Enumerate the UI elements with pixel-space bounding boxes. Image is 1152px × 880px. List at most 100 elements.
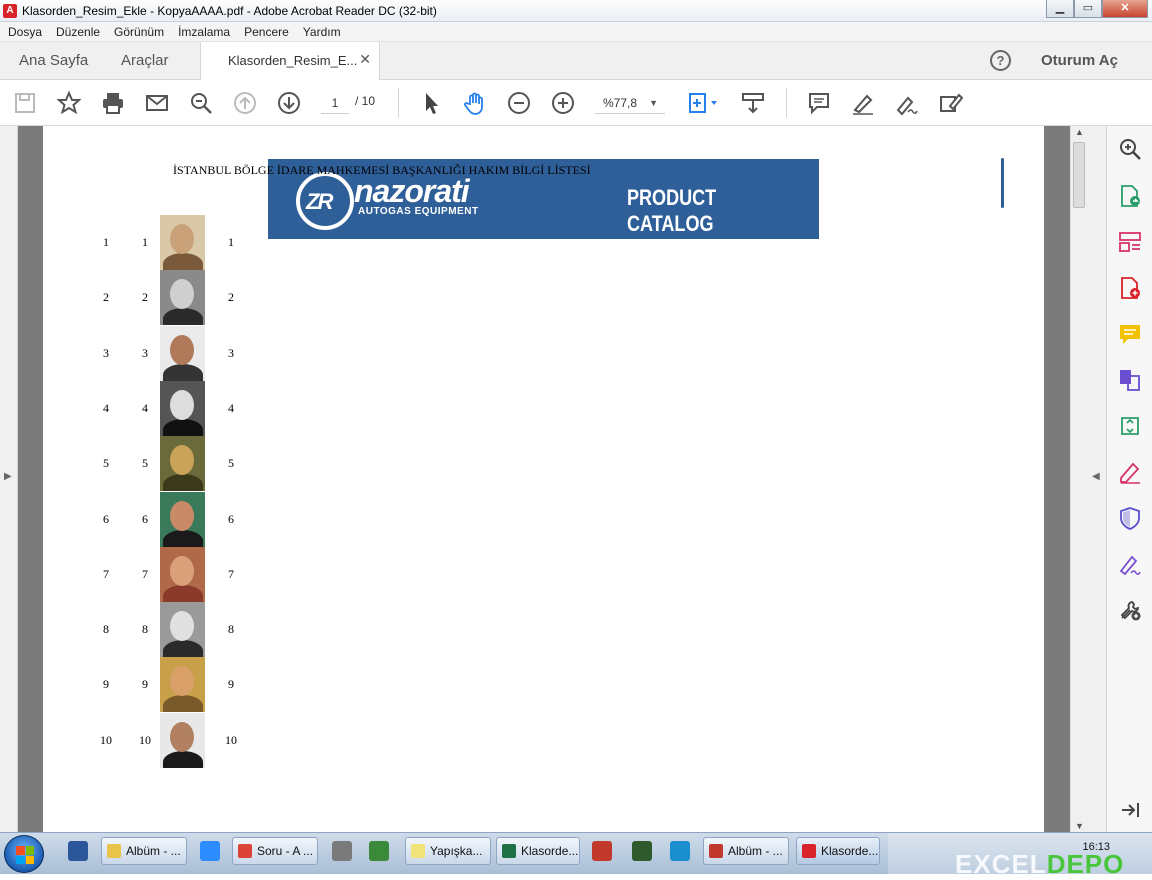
compress-pdf-icon[interactable] [1118,414,1142,438]
game-taskbar-icon[interactable] [592,841,612,861]
portrait-image [160,270,205,326]
select-cursor-icon[interactable] [418,90,444,116]
menu-sign[interactable]: İmzalama [178,25,230,39]
tab-document[interactable]: Klasorden_Resim_E... ✕ [200,42,380,80]
pen-taskbar-icon[interactable] [332,841,352,861]
page-number-input[interactable]: 1 [321,92,349,114]
tab-home[interactable]: Ana Sayfa [19,52,88,69]
bookmark-star-icon[interactable] [56,90,82,116]
zoom-level-select[interactable]: %77,8 ▼ [595,92,665,114]
edit-pdf-icon[interactable] [1118,460,1142,484]
tab-bar: Ana Sayfa Araçlar Klasorden_Resim_E... ✕… [0,42,1152,80]
more-tools-icon[interactable] [1118,598,1142,622]
comment-icon[interactable] [806,90,832,116]
menu-edit[interactable]: Düzenle [56,25,100,39]
save-icon[interactable] [12,90,38,116]
tab-close-icon[interactable]: ✕ [359,51,371,68]
row-number-a: 6 [103,511,109,526]
tab-tools[interactable]: Araçlar [121,52,169,69]
taskbar-item-chrome[interactable]: Soru - A ... [232,837,318,865]
logo-mark: ZR [306,189,333,214]
fit-page-icon[interactable] [686,90,722,116]
maximize-button[interactable]: ▭ [1074,0,1102,18]
list-item: 3 3 3 [43,325,283,381]
menu-window[interactable]: Pencere [244,25,289,39]
portrait-head [170,721,194,752]
portrait-image [160,491,205,547]
portrait-image [160,380,205,436]
collapse-pane-icon[interactable] [1118,798,1142,822]
app-taskbar-icon[interactable] [369,841,389,861]
zoom-in-icon[interactable] [550,90,576,116]
taskbar-item-acrobat[interactable]: Klasorde... [796,837,880,865]
fill-sign-icon[interactable] [938,90,964,116]
left-panel-toggle[interactable]: ▶ [0,126,18,832]
right-panel-toggle[interactable]: ◀ [1087,126,1106,832]
windows-taskbar: Albüm - ... Soru - A ... Yapışka... Klas… [0,832,1152,879]
export-pdf-icon[interactable] [1118,184,1142,208]
portrait-body [163,695,203,713]
scroll-up-icon[interactable]: ▲ [1075,127,1084,137]
organize-pages-icon[interactable] [1118,230,1142,254]
row-number-c: 7 [228,566,234,581]
taskbar-item-album[interactable]: Albüm - ... [101,837,187,865]
start-button[interactable] [4,835,44,873]
row-number-b: 10 [139,732,151,747]
window-title: Klasorden_Resim_Ekle - KopyaAAAA.pdf - A… [22,3,437,18]
zoom-search-icon[interactable] [188,90,214,116]
next-page-icon[interactable] [276,90,302,116]
row-number-a: 7 [103,566,109,581]
word-taskbar-icon[interactable] [68,841,88,861]
menu-view[interactable]: Görünüm [114,25,164,39]
highlight-pen-icon[interactable] [850,90,876,116]
menu-file[interactable]: Dosya [8,25,42,39]
draw-signature-icon[interactable] [894,90,920,116]
zoom-taskbar-icon[interactable] [200,841,220,861]
row-number-b: 7 [142,566,148,581]
help-icon[interactable]: ? [990,50,1011,71]
editor-taskbar-icon[interactable] [670,841,690,861]
print-icon[interactable] [100,90,126,116]
vertical-scrollbar[interactable]: ▲ ▼ [1070,126,1087,832]
taskbar-item-label: Klasorde... [521,844,579,858]
scroll-down-icon[interactable]: ▼ [1075,821,1084,831]
search-zoom-icon[interactable] [1118,137,1142,161]
page-edge-mark [1001,158,1004,208]
sticky-notes-icon [411,844,425,858]
windows-logo-icon [16,846,34,864]
email-icon[interactable] [144,90,170,116]
previous-page-icon[interactable] [232,90,258,116]
signin-button[interactable]: Oturum Aç [1041,52,1118,69]
hand-tool-icon[interactable] [462,90,488,116]
taskbar-item-sticky-notes[interactable]: Yapışka... [405,837,491,865]
menu-help[interactable]: Yardım [303,25,341,39]
close-button[interactable]: ✕ [1102,0,1148,18]
banner-subtitle: AUTOGAS EQUIPMENT [358,206,479,217]
taskbar-item-label: Yapışka... [430,844,483,858]
window-controls: ▁ ▭ ✕ [1046,0,1148,18]
combine-files-icon[interactable] [1118,368,1142,392]
list-item: 7 7 7 [43,546,283,602]
taskbar-item-album-2[interactable]: Albüm - ... [703,837,789,865]
protect-shield-icon[interactable] [1118,506,1142,530]
taskbar-item-excel[interactable]: Klasorde... [496,837,580,865]
list-item: 10 10 10 [43,712,283,768]
chevron-right-icon: ▶ [4,471,12,482]
app-icon [709,844,723,858]
create-pdf-icon[interactable] [1118,276,1142,300]
portrait-image [160,712,205,768]
portrait-head [170,279,194,310]
scroll-thumb[interactable] [1073,142,1085,208]
row-number-c: 9 [228,677,234,692]
zoom-out-icon[interactable] [506,90,532,116]
list-item: 9 9 9 [43,657,283,713]
minecraft-taskbar-icon[interactable] [632,841,652,861]
fill-and-sign-icon[interactable] [1118,552,1142,576]
comment-tool-icon[interactable] [1118,322,1142,346]
chevron-down-icon: ▼ [649,98,658,108]
minimize-button[interactable]: ▁ [1046,0,1074,18]
scroll-mode-icon[interactable] [740,90,766,116]
taskbar-item-label: Klasorde... [821,844,879,858]
portrait-head [170,224,194,254]
row-number-a: 2 [103,290,109,305]
